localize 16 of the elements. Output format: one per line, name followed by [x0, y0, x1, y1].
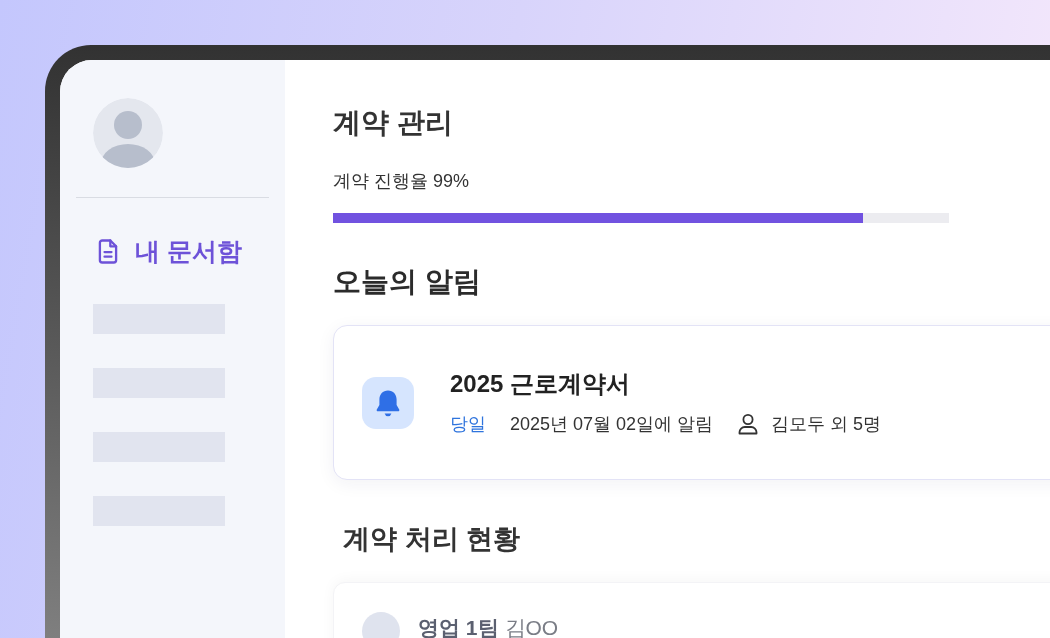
- notification-title: 2025 근로계약서: [450, 369, 632, 399]
- notification-date: 2025년 07월 02일에 알림: [510, 413, 714, 436]
- section-heading: 계약 처리 현황: [343, 523, 520, 556]
- bell-icon: [362, 376, 414, 429]
- recipients-text: 김모두 외 5명: [771, 413, 882, 436]
- person-name: 김OO: [504, 615, 559, 638]
- team-name: 영업 1팀: [418, 615, 499, 638]
- section-heading: 오늘의 알림: [333, 265, 481, 299]
- person-icon: [737, 413, 760, 435]
- progress-label: 계약 진행율 99%: [333, 170, 470, 193]
- nav-link[interactable]: 내 문서함: [97, 235, 242, 267]
- page-title: 계약 관리: [333, 106, 453, 140]
- notification-card[interactable]: 2025 근로계약서 당일 2025년 07월 02일에 알림 김모두 외 5명: [333, 325, 1050, 480]
- avatar-icon: [93, 98, 163, 168]
- document-icon: [97, 238, 119, 264]
- due-label: 당일: [450, 413, 486, 436]
